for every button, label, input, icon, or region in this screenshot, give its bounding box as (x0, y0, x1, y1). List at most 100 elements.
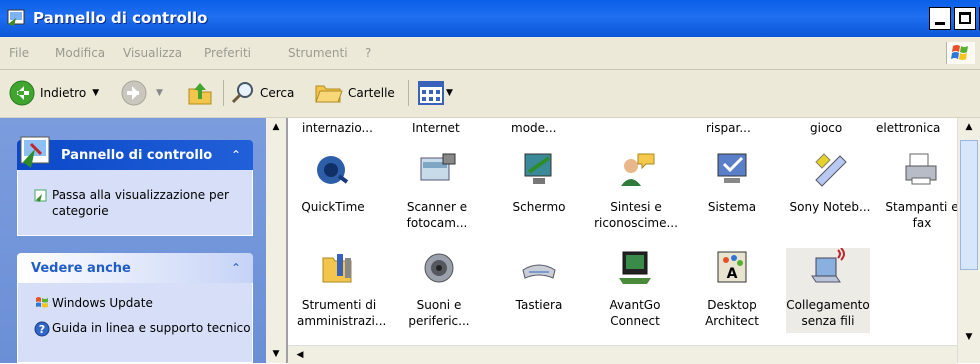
menu-file[interactable]: File (9, 46, 29, 60)
item-label: Sistema (707, 200, 757, 214)
folders-label: Cartelle (348, 86, 395, 100)
cp-item-wireless[interactable]: Collegamento senza fili (786, 247, 870, 333)
task-pane-scrollbar[interactable]: ▲ ▼ (266, 118, 286, 363)
scrollbar-thumb[interactable] (960, 140, 978, 270)
forward-button[interactable]: ▼ (120, 78, 163, 108)
menu-help[interactable]: ? (365, 46, 371, 60)
folders-icon (315, 85, 343, 103)
search-label: Cerca (260, 86, 295, 100)
title-bar: Pannello di controllo × (0, 0, 980, 37)
speech-icon (621, 153, 655, 186)
item-label: AvantGo Connect (609, 298, 661, 328)
collapse-chevron-icon[interactable]: ⌃ (227, 146, 245, 164)
cp-item-sounds[interactable]: Suoni e periferic... (397, 248, 481, 329)
scanner-icon (420, 153, 456, 181)
menu-strumenti[interactable]: Strumenti (288, 46, 348, 60)
partial-item-label[interactable]: mode... (511, 121, 556, 135)
partial-item-label[interactable]: gioco (810, 121, 842, 135)
cp-item-keyboard[interactable]: Tastiera (497, 248, 581, 313)
item-label: Strumenti di amministrazi... (297, 298, 387, 328)
partial-item-label[interactable]: Internet (412, 121, 460, 135)
control-panel-icon (20, 136, 50, 168)
cp-item-system[interactable]: Sistema (690, 150, 774, 215)
back-arrow-icon (9, 80, 35, 106)
cp-item-scanner[interactable]: Scanner e fotocam... (395, 150, 479, 231)
switch-view-icon (34, 189, 47, 202)
forward-arrow-icon (121, 80, 147, 106)
scroll-down-icon[interactable]: ▼ (266, 345, 286, 363)
cp-item-printers[interactable]: Stampanti e fax (880, 150, 964, 231)
item-label: Schermo (512, 200, 566, 214)
svg-text:?: ? (39, 323, 45, 336)
item-label: Scanner e fotocam... (406, 200, 468, 230)
system-icon (717, 153, 747, 183)
cp-item-admin-tools[interactable]: Strumenti di amministrazi... (297, 248, 387, 329)
menu-preferiti[interactable]: Preferiti (204, 46, 251, 60)
admin-tools-icon (322, 254, 352, 283)
item-label: Stampanti e fax (885, 200, 959, 230)
views-grid-icon (418, 81, 444, 105)
window-title: Pannello di controllo (33, 9, 208, 27)
control-panel-icon (7, 9, 25, 26)
cp-item-speech[interactable]: Sintesi e riconoscime... (594, 150, 678, 231)
help-support-link[interactable]: Guida in linea e supporto tecnico (52, 320, 252, 336)
cp-item-desktop-architect[interactable]: A Desktop Architect (690, 248, 774, 329)
windows-update-icon (36, 297, 48, 308)
minimize-button[interactable] (929, 7, 951, 30)
up-folder-icon (188, 83, 212, 105)
scroll-down-icon[interactable]: ▼ (959, 328, 979, 346)
back-button[interactable]: Indietro ▼ (8, 78, 99, 108)
windows-update-link[interactable]: Windows Update (52, 295, 153, 311)
cp-item-quicktime[interactable]: QuickTime (291, 150, 375, 215)
menu-bar: File Modifica Visualizza Preferiti Strum… (0, 37, 980, 70)
windows-logo-icon (946, 42, 975, 64)
item-label: Desktop Architect (705, 298, 759, 328)
control-panel-section-body: Passa alla visualizzazione per categorie (17, 170, 253, 236)
views-button[interactable]: ▼ (418, 78, 453, 108)
folders-button[interactable]: Cartelle (314, 78, 395, 108)
quicktime-icon (317, 156, 349, 184)
menu-modifica[interactable]: Modifica (55, 46, 105, 60)
scroll-left-icon[interactable]: ◀ (290, 346, 310, 364)
control-panel-section-header[interactable]: Pannello di controllo ⌃ (17, 136, 253, 170)
wireless-icon (811, 247, 845, 283)
keyboard-icon (522, 264, 556, 279)
back-label: Indietro (40, 86, 87, 100)
item-label: Tastiera (515, 298, 563, 312)
help-icon: ? (34, 321, 50, 337)
toolbar: Indietro ▼ ▼ Cerca Cartelle ▼ (0, 70, 980, 118)
search-icon (231, 82, 253, 104)
see-also-title: Vedere anche (31, 261, 131, 276)
desktop-architect-icon: A (717, 251, 747, 283)
chevron-down-icon[interactable]: ▼ (156, 88, 163, 98)
partial-item-label[interactable]: elettronica (876, 121, 940, 135)
search-button[interactable]: Cerca (230, 78, 294, 108)
scroll-up-icon[interactable]: ▲ (959, 118, 979, 136)
cp-item-sony[interactable]: Sony Noteb... (788, 150, 872, 215)
cp-item-avantgo[interactable]: AvantGo Connect (593, 248, 677, 329)
item-label: Collegamento senza fili (786, 298, 870, 328)
maximize-button[interactable] (954, 7, 976, 30)
see-also-section-header[interactable]: Vedere anche ⌃ (17, 253, 253, 283)
cp-item-display[interactable]: Schermo (497, 150, 581, 215)
item-label: Sintesi e riconoscime... (594, 200, 678, 230)
item-label: Suoni e periferic... (408, 298, 470, 328)
speaker-icon (424, 253, 454, 283)
menu-visualizza[interactable]: Visualizza (123, 46, 182, 60)
horizontal-scrollbar[interactable]: ◀ (288, 345, 957, 364)
partial-item-label[interactable]: internazio... (302, 121, 373, 135)
collapse-chevron-icon[interactable]: ⌃ (227, 259, 245, 277)
avantgo-icon (619, 251, 651, 284)
sony-icon (815, 153, 847, 187)
vertical-scrollbar[interactable]: ▲ ▼ (957, 118, 980, 363)
item-label: QuickTime (301, 200, 365, 214)
switch-view-link[interactable]: Passa alla visualizzazione per categorie (52, 187, 252, 219)
display-icon (524, 153, 552, 184)
partial-item-label[interactable]: rispar... (706, 121, 751, 135)
scroll-up-icon[interactable]: ▲ (266, 118, 286, 136)
chevron-down-icon[interactable]: ▼ (446, 88, 453, 98)
printer-icon (905, 153, 937, 185)
up-folder-button[interactable] (186, 78, 214, 108)
chevron-down-icon[interactable]: ▼ (92, 88, 99, 98)
see-also-section-body: Windows Update ? Guida in linea e suppor… (17, 283, 253, 363)
